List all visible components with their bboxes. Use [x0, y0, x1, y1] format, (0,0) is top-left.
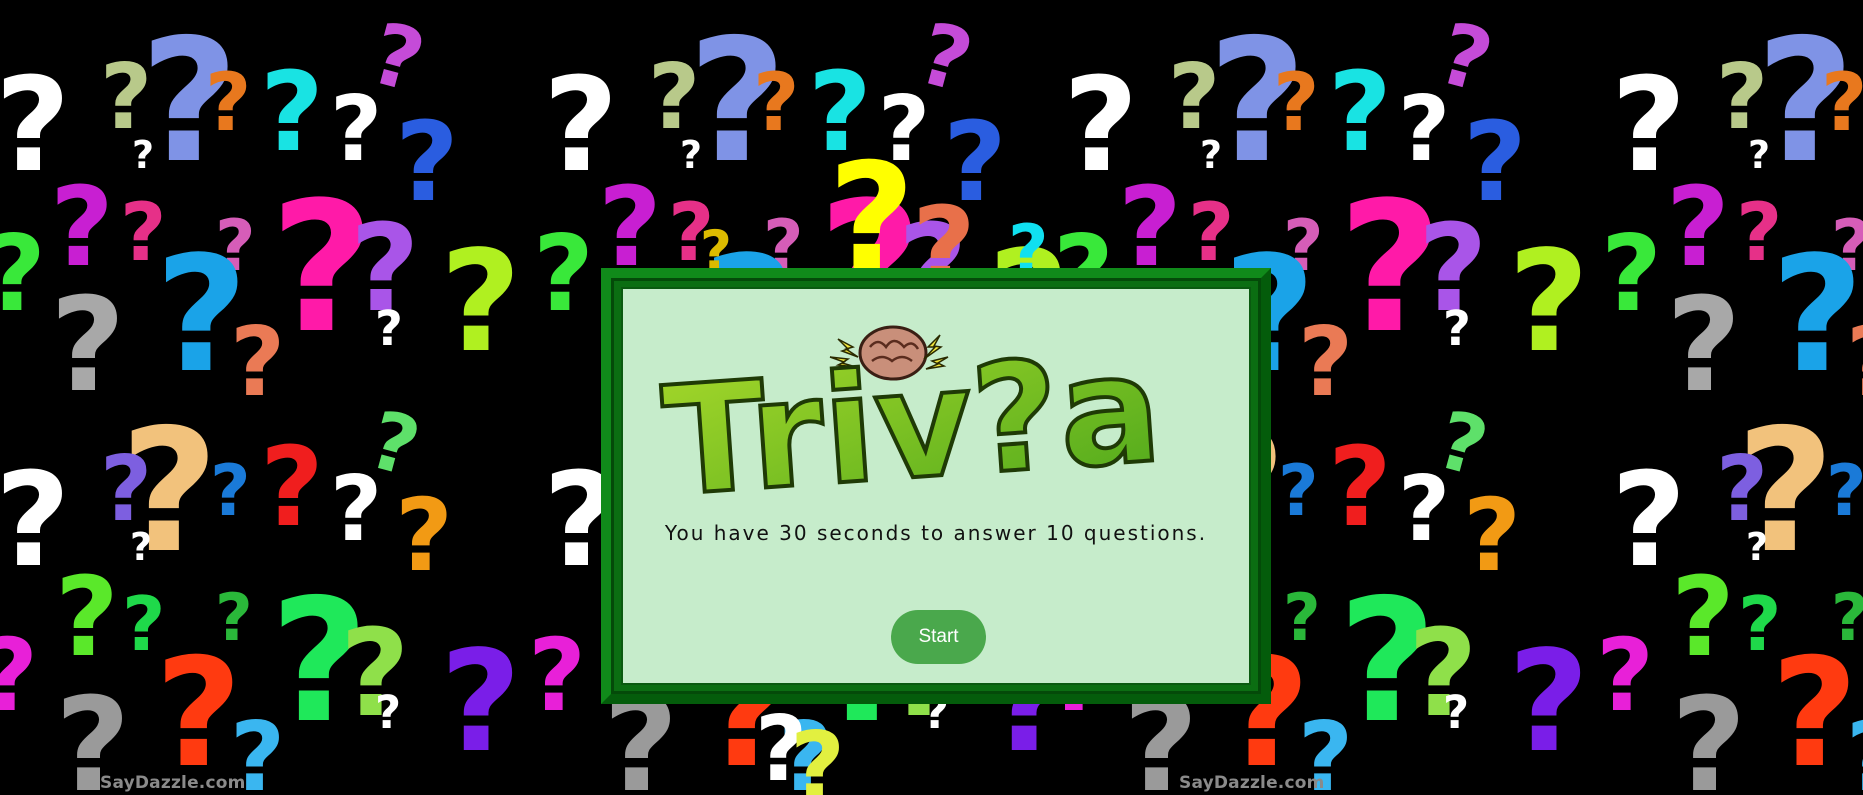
- svg-text:?: ?: [790, 713, 845, 795]
- instructions-text: You have 30 seconds to answer 10 questio…: [664, 521, 1208, 545]
- modal-panel: Triv?a You have 30 seconds to answer 10 …: [621, 287, 1251, 685]
- watermark: SayDazzle.com: [100, 773, 246, 793]
- trivia-logo: Triv?a: [658, 320, 1168, 517]
- logo-wordmark: Triv?a: [658, 322, 1166, 517]
- trivia-start-screen: ? ? ? ? ? ? ? ? ? ? ? ? ? ? ? ? ? ? ? ?: [0, 0, 1863, 795]
- watermark: SayDazzle.com: [1179, 773, 1325, 793]
- trivia-modal: Triv?a You have 30 seconds to answer 10 …: [601, 268, 1271, 704]
- start-button[interactable]: Start: [891, 610, 986, 664]
